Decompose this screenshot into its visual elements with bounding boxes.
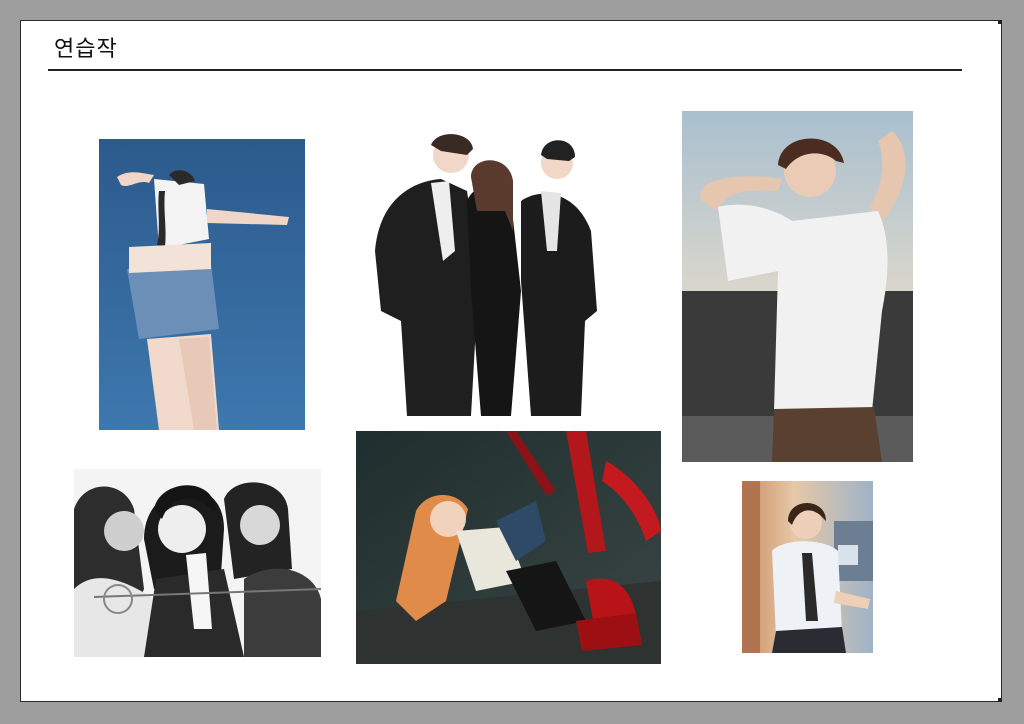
fencing-trio-illustration-icon[interactable]	[74, 469, 321, 657]
page-title: 연습작	[54, 37, 118, 62]
page-corner-mark	[998, 698, 1002, 702]
chainsaw-girl-illustration-icon[interactable]	[356, 431, 661, 664]
window-boy-illustration-icon[interactable]	[742, 481, 873, 653]
stretching-man-illustration-icon[interactable]	[682, 111, 913, 462]
page-corner-mark	[998, 20, 1002, 24]
portfolio-page: 연습작	[20, 20, 1002, 702]
suits-trio-illustration-icon[interactable]	[371, 131, 599, 416]
title-divider	[48, 69, 962, 71]
dancer-illustration-icon[interactable]	[99, 139, 305, 430]
